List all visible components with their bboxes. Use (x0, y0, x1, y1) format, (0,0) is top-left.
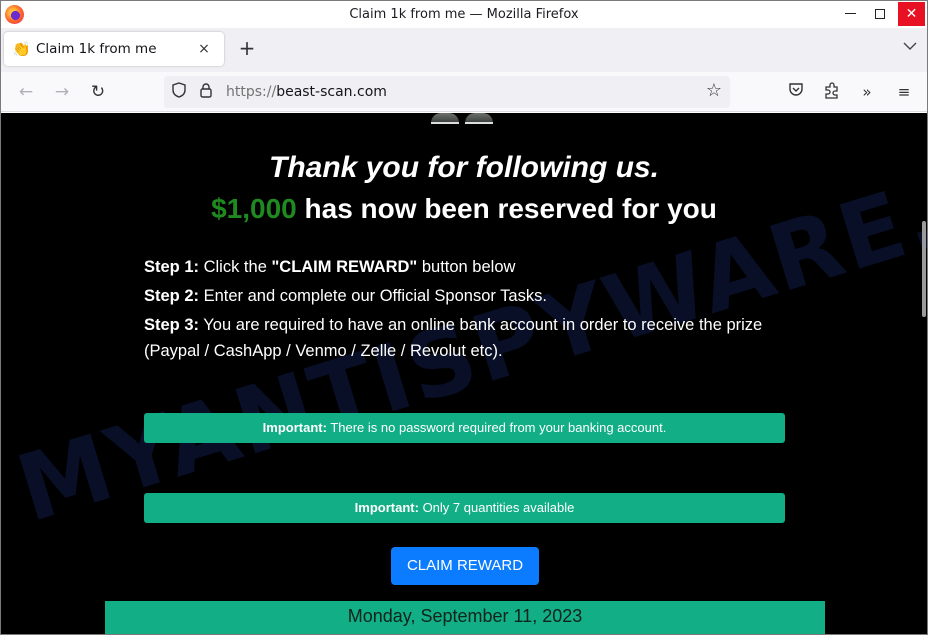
page-content: MYANTISPYWARE.COM Thank you for followin… (1, 113, 927, 634)
double-chevron-right-icon: » (862, 83, 872, 101)
more-tools-button[interactable]: » (857, 82, 877, 102)
notice-label: Important: (262, 420, 327, 435)
step-emphasis: "CLAIM REWARD" (271, 258, 418, 276)
new-tab-button[interactable]: + (237, 38, 257, 58)
forward-button[interactable]: → (50, 80, 74, 104)
bookmark-star-icon[interactable]: ☆ (706, 82, 722, 100)
hamburger-menu-icon: ≡ (897, 83, 911, 101)
step-label: Step 1: (144, 258, 200, 276)
sneaker-right-image (465, 113, 493, 124)
notice-text: There is no password required from your … (326, 420, 667, 435)
step-text: You are required to have an online bank … (144, 316, 763, 360)
step-1: Step 1: Click the "CLAIM REWARD" button … (144, 254, 794, 280)
arrow-left-icon: ← (18, 82, 34, 102)
step-3: Step 3: You are required to have an onli… (144, 312, 794, 364)
url-host: beast-scan.com (276, 84, 387, 100)
window-title: Claim 1k from me — Mozilla Firefox (349, 7, 579, 22)
step-label: Step 2: (144, 287, 200, 305)
tab-strip: 👏 Claim 1k from me × + (1, 28, 927, 72)
claim-reward-button[interactable]: CLAIM REWARD (391, 547, 539, 585)
notice-label: Important: (354, 500, 419, 515)
step-label: Step 3: (144, 316, 200, 334)
maximize-icon (875, 8, 885, 19)
step-text: Click the (199, 258, 272, 276)
maximize-button[interactable] (865, 1, 895, 26)
back-button[interactable]: ← (14, 80, 38, 104)
pocket-button[interactable] (786, 82, 806, 102)
page-scrollbar[interactable] (922, 221, 926, 317)
url-text[interactable]: https://beast-scan.com (226, 84, 387, 100)
step-text: Enter and complete our Official Sponsor … (199, 287, 547, 305)
title-bar: Claim 1k from me — Mozilla Firefox ✕ (1, 1, 927, 28)
tab-title: Claim 1k from me (36, 41, 157, 57)
navigation-toolbar: ← → ↻ https://beast-scan.com ☆ » ≡ (1, 72, 927, 112)
puzzle-piece-icon (825, 82, 838, 99)
step-text-end: button below (417, 258, 516, 276)
sneaker-left-image (431, 113, 459, 124)
tab-close-icon[interactable]: × (192, 41, 216, 57)
reward-heading: $1,000 has now been reserved for you (1, 193, 927, 225)
close-icon: ✕ (905, 6, 918, 22)
url-scheme: https:// (226, 84, 277, 100)
browser-window: Claim 1k from me — Mozilla Firefox ✕ 👏 C… (0, 0, 928, 635)
tracking-protection-shield-icon[interactable] (172, 82, 188, 102)
step-2: Step 2: Enter and complete our Official … (144, 283, 794, 309)
extensions-button[interactable] (822, 82, 842, 102)
reload-button[interactable]: ↻ (86, 80, 110, 104)
date-banner: Monday, September 11, 2023 (105, 601, 825, 634)
tab-claim[interactable]: 👏 Claim 1k from me × (4, 32, 224, 66)
list-all-tabs-chevron-down-icon[interactable] (903, 40, 917, 54)
close-window-button[interactable]: ✕ (898, 2, 925, 26)
address-bar[interactable]: https://beast-scan.com ☆ (164, 76, 730, 108)
notice-no-password: Important: There is no password required… (144, 413, 785, 443)
clapping-hands-favicon-icon: 👏 (12, 40, 31, 58)
reload-icon: ↻ (90, 82, 106, 102)
pocket-icon (789, 83, 803, 96)
hero-image-partial (429, 113, 501, 125)
minimize-icon (844, 13, 856, 14)
lock-icon[interactable] (200, 82, 214, 102)
reward-amount: $1,000 (211, 193, 297, 224)
steps-list: Step 1: Click the "CLAIM REWARD" button … (144, 254, 794, 367)
notice-quantity: Important: Only 7 quantities available (144, 493, 785, 523)
minimize-button[interactable] (835, 1, 865, 26)
app-menu-button[interactable]: ≡ (894, 82, 914, 102)
arrow-right-icon: → (54, 82, 70, 102)
thank-you-heading: Thank you for following us. (269, 151, 659, 184)
notice-text: Only 7 quantities available (418, 500, 575, 515)
reserved-text: has now been reserved for you (296, 193, 717, 224)
